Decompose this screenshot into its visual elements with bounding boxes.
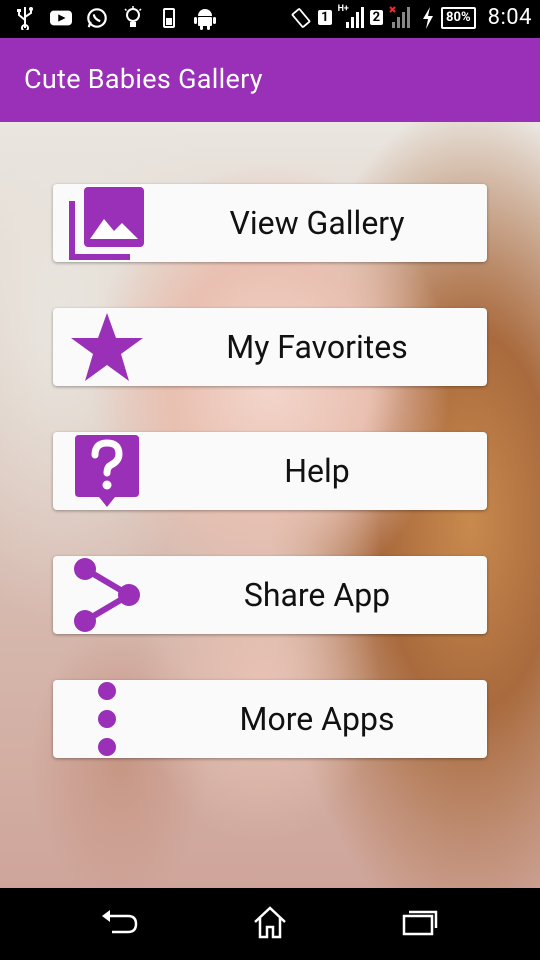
star-icon: [67, 308, 147, 386]
home-icon: [252, 905, 288, 943]
signal-2-icon: [389, 5, 415, 30]
youtube-icon: [50, 6, 72, 30]
charging-bolt-icon: [421, 6, 435, 30]
signal-1-icon: H+: [338, 4, 364, 30]
share-app-label: Share App: [243, 576, 391, 614]
sim2-badge: 2: [369, 10, 384, 25]
status-right-icons: 1 H+ 2 80% 8:04: [290, 4, 532, 30]
rotation-icon: [290, 6, 312, 30]
help-label: Help: [284, 452, 350, 490]
status-left-icons: [14, 6, 216, 30]
bulb-icon: [122, 6, 144, 30]
my-favorites-label: My Favorites: [226, 328, 408, 366]
usb-icon: [14, 6, 36, 30]
gallery-icon: [67, 184, 147, 262]
help-icon: [67, 432, 147, 510]
android-icon: [194, 6, 216, 30]
app-title: Cute Babies Gallery: [24, 63, 263, 95]
view-gallery-label: View Gallery: [229, 204, 405, 242]
share-app-button[interactable]: Share App: [53, 556, 487, 634]
back-icon: [100, 908, 140, 940]
view-gallery-button[interactable]: View Gallery: [53, 184, 487, 262]
more-apps-label: More Apps: [239, 700, 395, 738]
more-vert-icon: [67, 680, 147, 758]
share-icon: [67, 556, 147, 634]
battery-indicator: 80%: [441, 6, 476, 29]
navigation-bar: [0, 888, 540, 960]
recents-icon: [402, 908, 438, 940]
app-bar: Cute Babies Gallery: [0, 38, 540, 122]
back-button[interactable]: [100, 906, 140, 942]
sim1-badge: 1: [318, 10, 332, 25]
status-bar: 1 H+ 2 80% 8:04: [0, 0, 540, 38]
home-button[interactable]: [250, 906, 290, 942]
phone-charging-icon: [158, 6, 180, 30]
more-apps-button[interactable]: More Apps: [53, 680, 487, 758]
help-button[interactable]: Help: [53, 432, 487, 510]
background-photo: View Gallery My Favorites Help Share App…: [0, 122, 540, 888]
my-favorites-button[interactable]: My Favorites: [53, 308, 487, 386]
whatsapp-icon: [86, 6, 108, 30]
clock: 8:04: [487, 5, 532, 30]
recents-button[interactable]: [400, 906, 440, 942]
